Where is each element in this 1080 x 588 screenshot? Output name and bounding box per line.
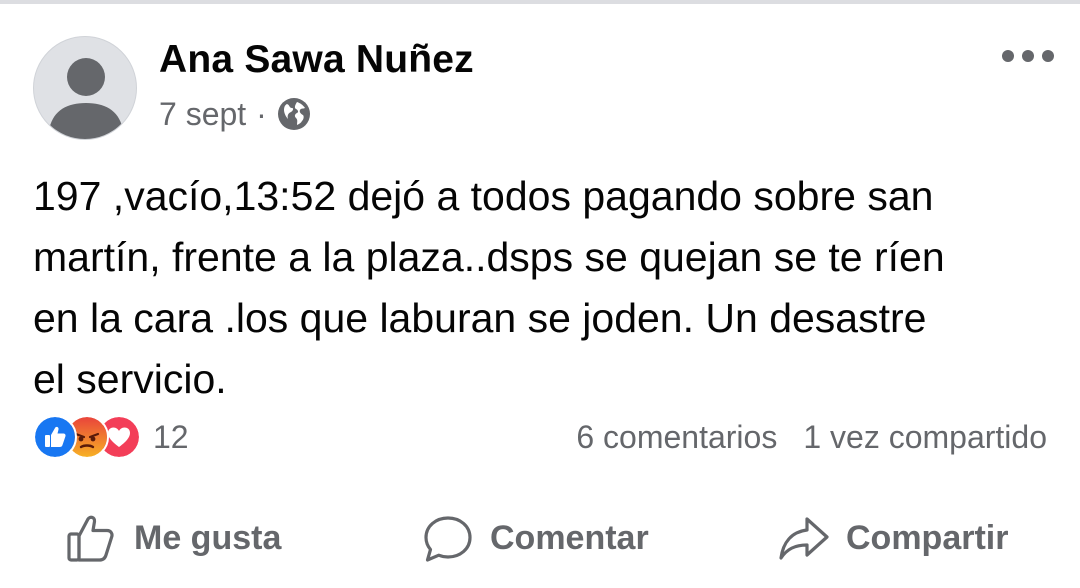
thumbs-up-icon: [67, 515, 114, 562]
comment-button-label: Comentar: [490, 518, 649, 557]
post-text: 197 ,vacío,13:52 dejó a todos pagando so…: [33, 166, 1053, 410]
share-icon: [779, 517, 829, 560]
more-dot: [1002, 50, 1014, 62]
share-button-label: Compartir: [846, 518, 1009, 557]
post-date[interactable]: 7 sept: [159, 96, 246, 133]
default-avatar-icon: [48, 58, 124, 139]
comment-button[interactable]: Comentar: [420, 505, 649, 571]
post-text-line: martín, frente a la plaza..dsps se queja…: [33, 234, 945, 280]
reactions-summary[interactable]: 12: [33, 415, 189, 459]
post-text-line: en la cara .los que laburan se joden. Un…: [33, 295, 927, 341]
like-button-label: Me gusta: [134, 518, 282, 557]
top-divider: [0, 0, 1080, 4]
more-options-icon[interactable]: [1002, 44, 1054, 68]
more-dot: [1042, 50, 1054, 62]
reaction-count: 12: [153, 418, 189, 455]
more-dot: [1022, 50, 1034, 62]
like-reaction-icon: [33, 415, 77, 459]
like-button[interactable]: Me gusta: [64, 505, 281, 571]
globe-icon[interactable]: [275, 95, 313, 133]
avatar[interactable]: [33, 36, 137, 140]
post-stats: 6 comentarios 1 vez compartido: [576, 416, 1047, 458]
comment-icon: [424, 516, 472, 562]
comments-count-link[interactable]: 6 comentarios: [576, 419, 777, 456]
share-button[interactable]: Compartir: [776, 505, 1008, 571]
post-meta: 7 sept ·: [159, 94, 313, 134]
meta-separator: ·: [256, 95, 267, 132]
post-text-line: 197 ,vacío,13:52 dejó a todos pagando so…: [33, 173, 934, 219]
post-text-line: el servicio.: [33, 356, 227, 402]
author-name[interactable]: Ana Sawa Nuñez: [159, 38, 474, 82]
shares-count-link[interactable]: 1 vez compartido: [803, 419, 1047, 456]
action-bar: Me gusta Comentar Compartir: [0, 505, 1080, 571]
post-card: Ana Sawa Nuñez 7 sept · 197 ,vacío,13:52…: [0, 0, 1080, 588]
